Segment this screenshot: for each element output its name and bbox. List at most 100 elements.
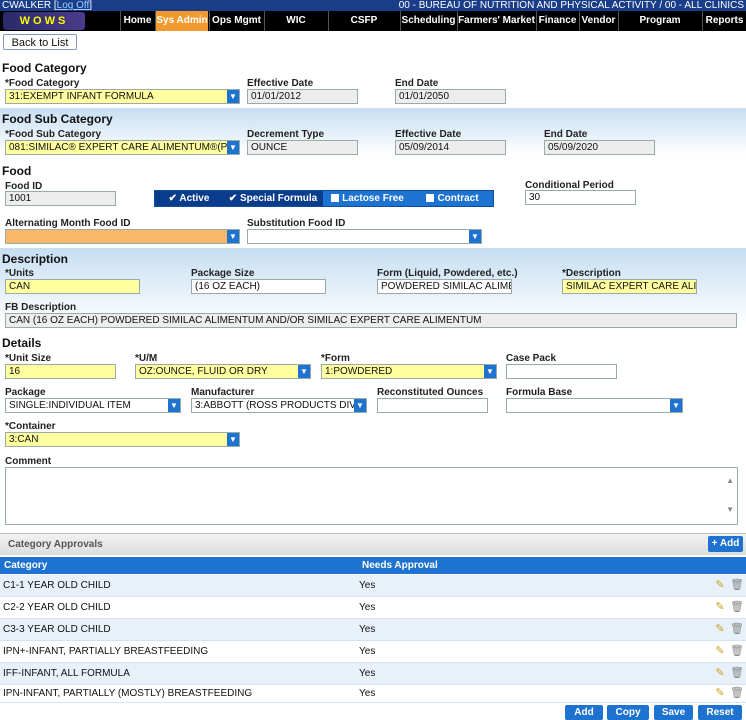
manufacturer-select[interactable]: 3:ABBOTT (ROSS PRODUCTS DIVIS ▼ [191,398,367,413]
table-row[interactable]: IPN+-INFANT, PARTIALLY BREASTFEEDING Yes… [0,641,746,663]
nav-program-integrity[interactable]: Program Integrity [618,11,701,46]
nav-scheduling[interactable]: Scheduling [400,11,456,31]
trash-icon[interactable]: 🗑 [730,601,744,614]
chevron-down-icon: ▼ [298,365,310,378]
nav-finance[interactable]: Finance [536,11,578,31]
col-category[interactable]: Category [4,557,47,574]
chevron-down-icon: ▼ [354,399,366,412]
nav-reports[interactable]: Reports [702,11,746,31]
toggle-contract[interactable]: Contract [412,191,493,206]
container-select[interactable]: 3:CAN ▼ [5,432,240,447]
effective-date-field[interactable]: 01/01/2012 [247,89,358,104]
unit-size-label: *Unit Size [5,353,52,364]
package-select[interactable]: SINGLE:INDIVIDUAL ITEM ▼ [5,398,181,413]
nav-vendor[interactable]: Vendor [579,11,617,31]
food-title: Food [2,164,32,178]
user-info: CWALKER [Log Off] [2,0,93,11]
save-button[interactable]: Save [654,705,693,720]
chevron-down-icon: ▼ [670,399,682,412]
table-row[interactable]: IPN-INFANT, PARTIALLY (MOSTLY) BREASTFEE… [0,685,746,703]
edit-icon[interactable]: ✎ [714,667,726,680]
back-to-list-button[interactable]: Back to List [3,34,77,50]
units-field[interactable]: CAN [5,279,140,294]
check-icon: ✔ [168,193,180,204]
edit-icon[interactable]: ✎ [714,623,726,636]
nav-wic-services[interactable]: WIC Services [264,11,327,46]
nav-home[interactable]: Home [120,11,154,31]
logoff-link[interactable]: Log Off [57,0,90,11]
add-button[interactable]: Add [565,705,603,720]
table-row[interactable]: C3-3 YEAR OLD CHILD Yes ✎ 🗑 [0,619,746,641]
alternating-month-select[interactable]: ▼ [5,229,240,244]
add-approval-button[interactable]: + Add [708,536,743,552]
copy-button[interactable]: Copy [607,705,649,720]
trash-icon[interactable]: 🗑 [730,579,744,592]
trash-icon[interactable]: 🗑 [730,623,744,636]
edit-icon[interactable]: ✎ [714,645,726,658]
food-sub-category-value: 081:SIMILAC® EXPERT CARE ALIMENTUM®(PR [9,142,235,153]
container-value: 3:CAN [9,434,39,445]
toggle-active[interactable]: ✔ Active [155,191,223,206]
substitution-select[interactable]: ▼ [247,229,482,244]
sub-end-date-label: End Date [544,129,588,140]
substitution-label: Substitution Food ID [247,218,346,229]
food-sub-category-title: Food Sub Category [2,112,113,126]
manufacturer-label: Manufacturer [191,387,255,398]
trash-icon[interactable]: 🗑 [730,645,744,658]
edit-icon[interactable]: ✎ [714,601,726,614]
food-category-select[interactable]: 31:EXEMPT INFANT FORMULA ▼ [5,89,240,104]
manufacturer-value: 3:ABBOTT (ROSS PRODUCTS DIVIS [195,400,366,411]
trash-icon[interactable]: 🗑 [730,687,744,700]
form-text-field[interactable]: POWDERED SIMILAC ALIME [377,279,512,294]
alternating-month-label: Alternating Month Food ID [5,218,131,229]
conditional-period-field[interactable]: 30 [525,190,636,205]
edit-icon[interactable]: ✎ [714,579,726,592]
table-row[interactable]: C2-2 YEAR OLD CHILD Yes ✎ 🗑 [0,597,746,619]
nav-farmers-market[interactable]: Farmers' Market [457,11,535,31]
form-select[interactable]: 1:POWDERED ▼ [321,364,497,379]
comment-textarea[interactable]: ▲ ▼ [5,467,738,525]
reset-button[interactable]: Reset [698,705,742,720]
formula-base-select[interactable]: ▼ [506,398,683,413]
form-text-label: Form (Liquid, Powdered, etc.) [377,268,518,279]
trash-icon[interactable]: 🗑 [730,667,744,680]
row-category: IPN-INFANT, PARTIALLY (MOSTLY) BREASTFEE… [3,688,253,699]
table-row[interactable]: C1-1 YEAR OLD CHILD Yes ✎ 🗑 [0,575,746,597]
fb-description-field[interactable]: CAN (16 OZ EACH) POWDERED SIMILAC ALIMEN… [5,313,737,328]
row-needs-approval: Yes [359,646,376,657]
decrement-type-field[interactable]: OUNCE [247,140,358,155]
category-approvals-header [0,533,746,555]
sub-effective-date-field[interactable]: 05/09/2014 [395,140,506,155]
nav-sys-admin[interactable]: Sys Admin [155,11,208,31]
package-size-field[interactable]: (16 OZ EACH) [191,279,326,294]
checkbox-icon [426,194,435,202]
nav-ops-mgmt[interactable]: Ops Mgmt [209,11,263,31]
description-field[interactable]: SIMILAC EXPERT CARE ALIM [562,279,697,294]
um-select[interactable]: OZ:OUNCE, FLUID OR DRY ▼ [135,364,311,379]
toggle-special-formula[interactable]: ✔ Special Formula [223,191,323,206]
comment-label: Comment [5,456,52,467]
toggle-lactose-free[interactable]: Lactose Free [324,191,411,206]
um-value: OZ:OUNCE, FLUID OR DRY [139,366,268,377]
food-sub-category-select[interactable]: 081:SIMILAC® EXPERT CARE ALIMENTUM®(PR ▼ [5,140,240,155]
unit-size-field[interactable]: 16 [5,364,116,379]
username: CWALKER [2,0,52,11]
toggle-lactose-free-label: Lactose Free [342,193,404,204]
table-row[interactable]: IFF-INFANT, ALL FORMULA Yes ✎ 🗑 [0,663,746,685]
sub-end-date-field[interactable]: 05/09/2020 [544,140,655,155]
case-pack-field[interactable] [506,364,617,379]
chevron-down-icon: ▼ [227,433,239,446]
edit-icon[interactable]: ✎ [714,687,726,700]
food-category-value: 31:EXEMPT INFANT FORMULA [9,91,154,102]
scroll-down-icon[interactable]: ▼ [726,505,734,514]
row-category: C3-3 YEAR OLD CHILD [3,624,111,635]
app-logo: WOWS [3,12,85,30]
nav-csfp-services[interactable]: CSFP Services [328,11,399,46]
scroll-up-icon[interactable]: ▲ [726,476,734,485]
end-date-field[interactable]: 01/01/2050 [395,89,506,104]
reconstituted-ounces-field[interactable] [377,398,488,413]
col-needs-approval[interactable]: Needs Approval [362,557,438,574]
row-category: C2-2 YEAR OLD CHILD [3,602,111,613]
decrement-type-label: Decrement Type [247,129,325,140]
food-id-field[interactable]: 1001 [5,191,116,206]
